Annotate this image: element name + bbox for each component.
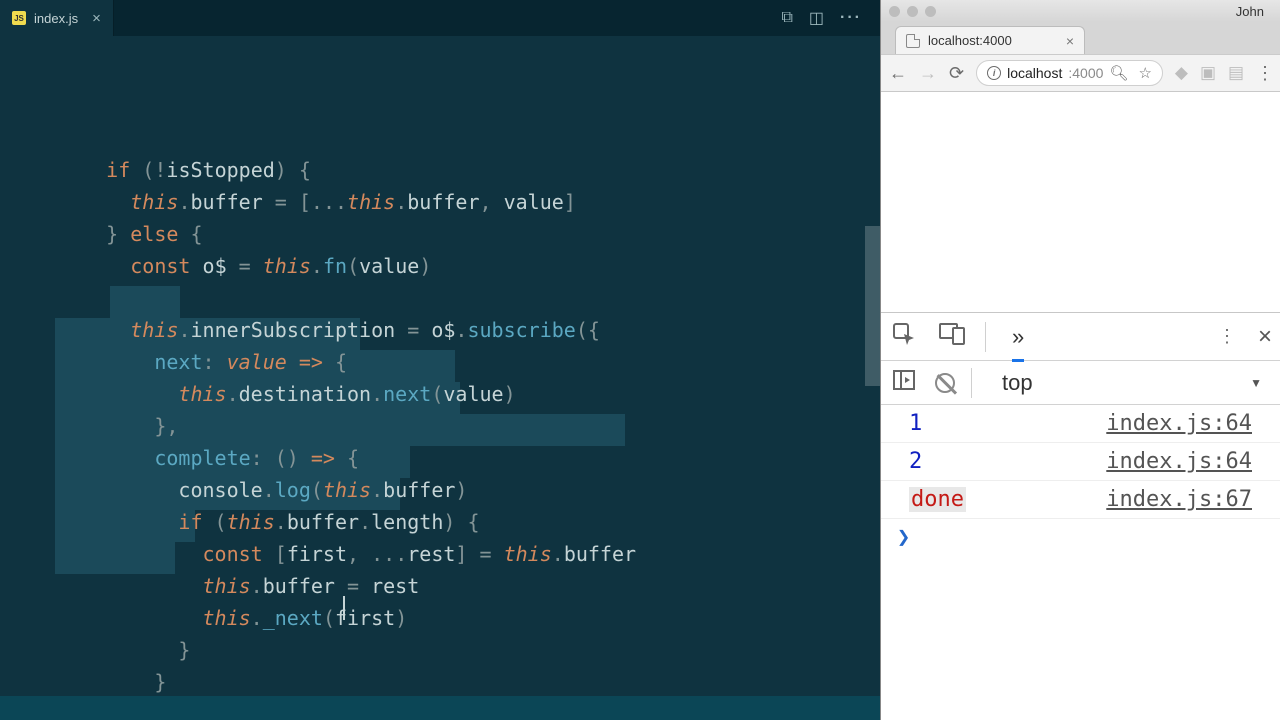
split-editor-icon[interactable]: ◫: [809, 8, 824, 28]
editor-pane: JS index.js × ⧉ ◫ ··· if (!isStopped) { …: [0, 0, 880, 720]
search-icon[interactable]: 🔍︎: [1109, 64, 1128, 82]
devtools-panel: » ⋮ × top ▼ 1 index.js:64 2 index.js:64 done…: [881, 312, 1280, 720]
address-port: :4000: [1068, 65, 1103, 81]
nav-forward-icon[interactable]: →: [919, 63, 937, 84]
console-log-row[interactable]: done index.js:67: [881, 481, 1280, 519]
extension-icon-2[interactable]: ▣: [1200, 63, 1216, 83]
page-icon: [906, 34, 920, 48]
console-prompt[interactable]: ❯: [881, 519, 1280, 556]
editor-status-bar: [0, 696, 880, 720]
browser-tab-strip: localhost:4000 ×: [881, 22, 1280, 54]
devtools-tab-bar: » ⋮ ×: [881, 313, 1280, 361]
tab-close-icon[interactable]: ×: [92, 10, 101, 27]
app-root: JS index.js × ⧉ ◫ ··· if (!isStopped) { …: [0, 0, 1280, 720]
context-label: top: [1002, 370, 1033, 396]
devtools-menu-icon[interactable]: ⋮: [1218, 326, 1236, 347]
browser-pane: John localhost:4000 × ← → ⟳ i localhost:…: [880, 0, 1280, 720]
traffic-close-icon[interactable]: [889, 6, 900, 17]
extension-icon-1[interactable]: ◆: [1175, 63, 1188, 83]
code-line: }: [58, 666, 880, 696]
extension-icon-3[interactable]: ▤: [1228, 63, 1244, 83]
address-actions: 🔍︎ ☆: [1109, 64, 1152, 82]
browser-tab-close-icon[interactable]: ×: [1066, 33, 1074, 49]
browser-toolbar: ← → ⟳ i localhost :4000 🔍︎ ☆ ◆ ▣ ▤ ⋮: [881, 54, 1280, 92]
profile-name[interactable]: John: [1236, 4, 1272, 19]
compare-changes-icon[interactable]: ⧉: [781, 9, 792, 27]
tabs-left: JS index.js ×: [0, 0, 114, 36]
code-line: const [first, ...rest] = this.buffer: [58, 538, 880, 570]
address-bar[interactable]: i localhost :4000 🔍︎ ☆: [976, 60, 1163, 86]
devtools-close-icon[interactable]: ×: [1258, 323, 1272, 351]
code-line: this.buffer = [...this.buffer, value]: [58, 186, 880, 218]
page-viewport[interactable]: [881, 92, 1280, 312]
divider: [985, 322, 986, 352]
nav-reload-icon[interactable]: ⟳: [949, 63, 964, 84]
browser-tab-title: localhost:4000: [928, 33, 1012, 48]
log-source-link[interactable]: index.js:64: [1106, 411, 1252, 436]
log-message: 1: [909, 411, 922, 436]
editor-tab-actions: ⧉ ◫ ···: [781, 8, 872, 28]
browser-menu-icon[interactable]: ⋮: [1256, 63, 1274, 84]
code-line: this.innerSubscription = o$.subscribe({: [58, 314, 880, 346]
execution-context-select[interactable]: top ▼: [988, 368, 1272, 398]
log-message: 2: [909, 449, 922, 474]
window-titlebar: John: [881, 0, 1280, 22]
tab-filename: index.js: [34, 11, 78, 26]
code-line: this._next(first): [58, 602, 880, 634]
code-line: this.destination.next(value): [58, 378, 880, 410]
browser-tab[interactable]: localhost:4000 ×: [895, 26, 1085, 54]
console-sidebar-toggle-icon[interactable]: [889, 370, 919, 396]
address-host: localhost: [1007, 65, 1062, 81]
code-line: console.log(this.buffer): [58, 474, 880, 506]
element-picker-icon[interactable]: [889, 322, 919, 352]
code-line: next: value => {: [58, 346, 880, 378]
editor-tab[interactable]: JS index.js ×: [0, 0, 114, 36]
text-cursor: [343, 596, 345, 620]
code-line: if (this.buffer.length) {: [58, 506, 880, 538]
log-source-link[interactable]: index.js:67: [1106, 487, 1252, 512]
code-line: this.buffer = rest: [58, 570, 880, 602]
code-line: complete: () => {: [58, 442, 880, 474]
code-line: }: [58, 634, 880, 666]
device-toolbar-icon[interactable]: [937, 323, 967, 351]
console-log-row[interactable]: 1 index.js:64: [881, 405, 1280, 443]
traffic-max-icon[interactable]: [925, 6, 936, 17]
traffic-min-icon[interactable]: [907, 6, 918, 17]
chevron-down-icon: ▼: [1250, 376, 1262, 390]
console-toolbar: top ▼: [881, 361, 1280, 405]
nav-back-icon[interactable]: ←: [889, 63, 907, 84]
devtools-tabs-overflow-icon[interactable]: »: [1012, 324, 1024, 350]
js-file-icon: JS: [12, 11, 26, 25]
editor-tabs-bar: JS index.js × ⧉ ◫ ···: [0, 0, 880, 36]
bookmark-icon[interactable]: ☆: [1138, 64, 1151, 82]
minimap-overview[interactable]: [865, 226, 880, 386]
code-line: } else {: [58, 218, 880, 250]
code-line: if (!isStopped) {: [58, 154, 880, 186]
console-log-row[interactable]: 2 index.js:64: [881, 443, 1280, 481]
devtools-right-actions: ⋮ ×: [1218, 323, 1272, 351]
console-log-list[interactable]: 1 index.js:64 2 index.js:64 done index.js:67 ❯: [881, 405, 1280, 720]
code-line: const o$ = this.fn(value): [58, 250, 880, 282]
more-actions-icon[interactable]: ···: [840, 9, 862, 27]
code-area[interactable]: if (!isStopped) { this.buffer = [...this…: [0, 36, 880, 696]
clear-console-icon[interactable]: [935, 373, 955, 393]
code-line: [58, 282, 880, 314]
log-source-link[interactable]: index.js:64: [1106, 449, 1252, 474]
site-info-icon[interactable]: i: [987, 66, 1001, 80]
log-message: done: [909, 487, 966, 512]
divider: [971, 368, 972, 398]
